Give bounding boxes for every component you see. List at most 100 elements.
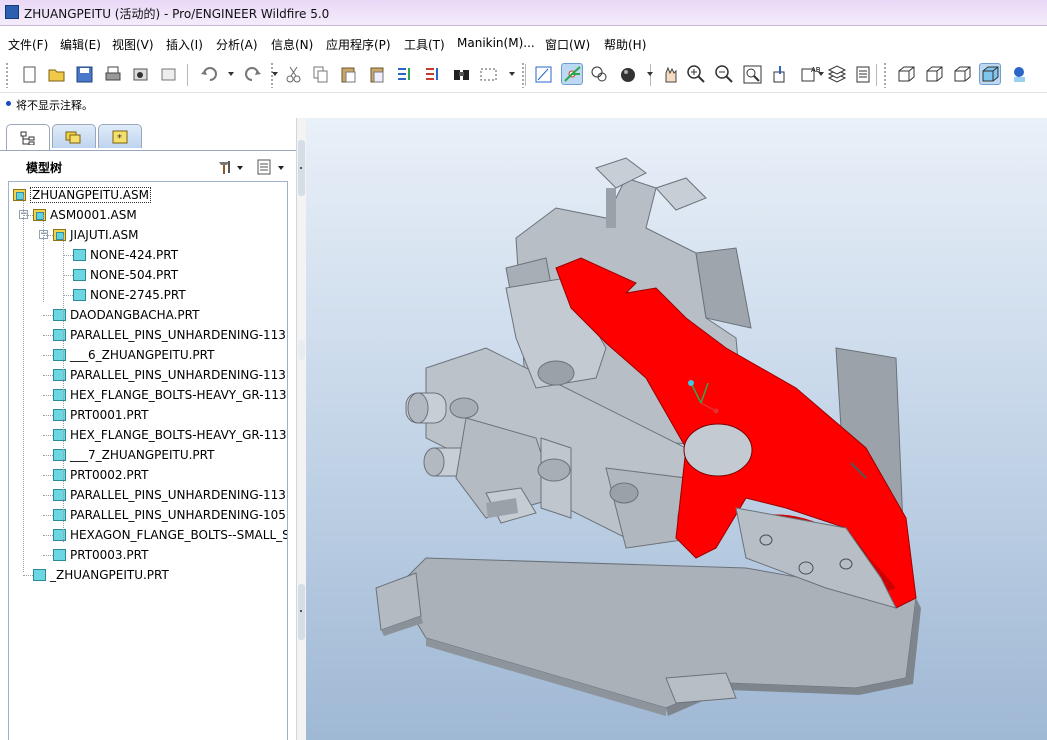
panel-splitter[interactable]: [296, 118, 306, 740]
tree-item[interactable]: NONE-504.PRT: [73, 265, 178, 285]
zoom-in-button[interactable]: [685, 63, 707, 85]
toolbar: AB: [0, 58, 1047, 92]
tree-item[interactable]: PARALLEL_PINS_UNHARDENING-105: [53, 505, 286, 525]
wireframe-button[interactable]: [895, 63, 917, 85]
paste-button[interactable]: [337, 63, 359, 85]
splitter-grip-bottom[interactable]: [298, 584, 305, 640]
hidden-line-button[interactable]: [923, 63, 945, 85]
tree-item[interactable]: PRT0001.PRT: [53, 405, 148, 425]
erase-icon: [161, 68, 175, 80]
paste-special-button[interactable]: [366, 63, 388, 85]
reorient-button[interactable]: [769, 63, 791, 85]
menu-file[interactable]: 文件(F): [8, 36, 48, 53]
graphics-window[interactable]: [306, 118, 1047, 740]
menu-applications[interactable]: 应用程序(P): [326, 36, 391, 53]
part-icon: [53, 369, 66, 381]
menu-help[interactable]: 帮助(H): [604, 36, 646, 53]
tree-item[interactable]: PRT0002.PRT: [53, 465, 148, 485]
assembly-icon: [33, 209, 46, 221]
save-button[interactable]: [73, 63, 95, 85]
model-tree-tab[interactable]: [6, 124, 50, 150]
tree-item[interactable]: DAODANGBACHA.PRT: [53, 305, 199, 325]
menu-manikin[interactable]: Manikin(M)...: [457, 36, 535, 50]
enhanced-realism-button[interactable]: [1008, 63, 1030, 85]
menu-insert[interactable]: 插入(I): [166, 36, 203, 53]
save-icon: [76, 66, 92, 82]
tree-item-label: NONE-504.PRT: [90, 268, 179, 282]
tree-connector: [43, 215, 44, 302]
assembly-model[interactable]: [306, 118, 1047, 740]
tree-settings-button[interactable]: [216, 157, 246, 177]
print-button[interactable]: [101, 63, 123, 85]
orient-mode-button[interactable]: [659, 63, 681, 85]
redo-button[interactable]: [241, 63, 263, 85]
layers-manager-button[interactable]: [853, 63, 875, 85]
layers-button[interactable]: [826, 63, 848, 85]
select-box-button[interactable]: [477, 63, 499, 85]
no-hidden-button[interactable]: [951, 63, 973, 85]
tree-item[interactable]: HEX_FLANGE_BOLTS-HEAVY_GR-1135: [53, 385, 287, 405]
tabs-divider: [0, 150, 306, 151]
find-button[interactable]: [450, 63, 472, 85]
menu-view[interactable]: 视图(V): [112, 36, 154, 53]
model-tree-header: 模型树: [0, 154, 300, 180]
appearance-button[interactable]: [617, 63, 639, 85]
tree-show-button[interactable]: [255, 157, 285, 177]
tree-item[interactable]: ASM0001.ASM: [33, 205, 137, 225]
copy-button[interactable]: [309, 63, 331, 85]
erase-button[interactable]: [157, 63, 179, 85]
tree-item[interactable]: NONE-2745.PRT: [73, 285, 186, 305]
cut-button[interactable]: [282, 63, 304, 85]
chevron-down-icon[interactable]: [228, 72, 234, 76]
view-manager-button[interactable]: [588, 63, 610, 85]
tree-item[interactable]: ZHUANGPEITU.ASM: [13, 185, 151, 205]
saved-views-button[interactable]: AB: [798, 63, 820, 85]
tree-item[interactable]: HEX_FLANGE_BOLTS-HEAVY_GR-1137: [53, 425, 287, 445]
splitter-grip-mid[interactable]: [298, 340, 305, 360]
toolbar-grip[interactable]: [883, 62, 887, 88]
chevron-down-icon[interactable]: [272, 72, 278, 76]
chevron-down-icon[interactable]: [509, 72, 515, 76]
refit-button[interactable]: [741, 63, 763, 85]
regenerate-button[interactable]: [393, 63, 415, 85]
tree-item[interactable]: _ZHUANGPEITU.PRT: [33, 565, 169, 585]
tree-item[interactable]: PARALLEL_PINS_UNHARDENING-113: [53, 365, 286, 385]
tree-item-label: HEXAGON_FLANGE_BOLTS--SMALL_S: [70, 528, 288, 542]
toolbar-grip[interactable]: [5, 62, 9, 88]
spin-center-icon: [564, 65, 581, 82]
tree-item[interactable]: NONE-424.PRT: [73, 245, 178, 265]
zoom-out-button[interactable]: [713, 63, 735, 85]
open-button[interactable]: [45, 63, 67, 85]
find-icon: [453, 69, 469, 80]
part-icon: [53, 409, 66, 421]
menu-info[interactable]: 信息(N): [271, 36, 313, 53]
tree-connector: [63, 255, 73, 256]
tree-item[interactable]: PRT0003.PRT: [53, 545, 148, 565]
favorites-tab[interactable]: *: [98, 124, 142, 148]
tree-item[interactable]: ___6_ZHUANGPEITU.PRT: [53, 345, 214, 365]
menu-tools[interactable]: 工具(T): [404, 36, 445, 53]
repaint-button[interactable]: [532, 63, 554, 85]
folder-browser-tab[interactable]: [52, 124, 96, 148]
menu-analysis[interactable]: 分析(A): [216, 36, 258, 53]
tree-item[interactable]: HEXAGON_FLANGE_BOLTS--SMALL_S: [53, 525, 288, 545]
toolbar-separator: [525, 64, 527, 86]
undo-button[interactable]: [198, 63, 220, 85]
tree-item[interactable]: PARALLEL_PINS_UNHARDENING-113: [53, 325, 286, 345]
tree-connector: [23, 575, 33, 576]
tree-connector: [43, 555, 53, 556]
shading-button[interactable]: [979, 63, 1001, 85]
menu-window[interactable]: 窗口(W): [545, 36, 590, 53]
send-button[interactable]: [129, 63, 151, 85]
tree-item-label: PRT0002.PRT: [70, 468, 149, 482]
spin-center-button[interactable]: [561, 63, 583, 85]
tree-item[interactable]: JIAJUTI.ASM: [53, 225, 138, 245]
tree-item[interactable]: ___7_ZHUANGPEITU.PRT: [53, 445, 214, 465]
new-button[interactable]: [18, 63, 40, 85]
wireframe-icon: [898, 66, 914, 81]
chevron-down-icon[interactable]: [647, 72, 653, 76]
chevron-down-icon[interactable]: [818, 72, 824, 76]
tree-item[interactable]: PARALLEL_PINS_UNHARDENING-113: [53, 485, 286, 505]
menu-edit[interactable]: 编辑(E): [60, 36, 101, 53]
regenerate-manager-button[interactable]: [421, 63, 443, 85]
